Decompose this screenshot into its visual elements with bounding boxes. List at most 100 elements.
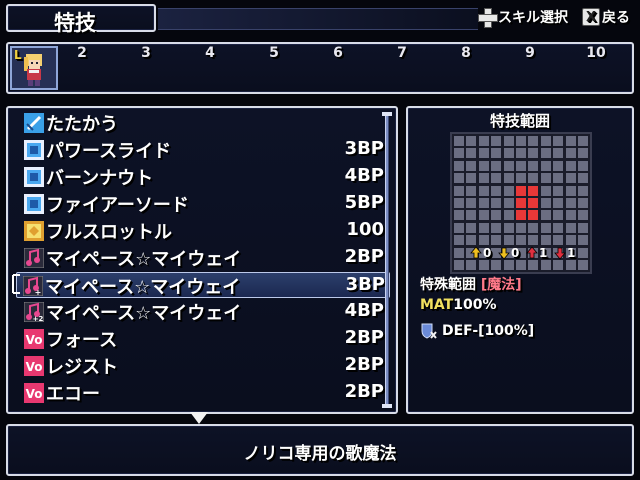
range-cell	[540, 235, 551, 246]
range-cell	[503, 210, 514, 221]
skill-row[interactable]: マイペース☆マイウェイ 2BP	[18, 245, 388, 271]
range-cell	[553, 222, 564, 233]
scroll-down-indicator-icon	[190, 412, 208, 424]
down-arrow-icon	[554, 247, 566, 260]
range-type-label: 特殊範囲	[420, 277, 476, 293]
skill-row[interactable]: フルスロットル 100	[18, 218, 388, 244]
range-cell	[454, 260, 464, 270]
range-cell	[565, 160, 576, 171]
range-cell	[540, 185, 551, 196]
range-cell	[565, 260, 576, 270]
range-cell	[540, 173, 551, 184]
range-cell	[516, 148, 526, 159]
selection-cursor-icon	[12, 274, 20, 294]
range-cell	[491, 185, 502, 196]
skill-name: フォース	[46, 330, 118, 351]
vo-icon: Vo	[24, 356, 44, 376]
range-cell	[478, 260, 489, 270]
scrollbar-track	[385, 112, 389, 408]
turn-slot-number: 4	[205, 45, 215, 61]
music-note-plus-icon: +	[23, 276, 43, 296]
range-cell	[478, 185, 489, 196]
range-modifier: 0	[498, 246, 519, 260]
range-cell	[491, 136, 502, 146]
skill-description: ノリコ専用の歌魔法	[243, 444, 397, 464]
skill-row[interactable]: ファイアーソード 5BP	[18, 191, 388, 217]
range-cell	[553, 235, 564, 246]
range-cell	[503, 173, 514, 184]
back-button[interactable]: X 戻る	[582, 7, 630, 27]
range-cell	[528, 222, 539, 233]
range-cell	[478, 210, 489, 221]
turn-slot-number: 10	[586, 45, 606, 61]
skill-list: たたかう パワースライド 3BP バーンナウト 4BP ファイアーソード 5BP フルスロット…	[6, 106, 398, 414]
range-cell	[466, 148, 477, 159]
down-arrow-icon	[498, 247, 510, 260]
range-cell	[491, 222, 502, 233]
skill-row[interactable]: たたかう	[18, 110, 388, 136]
range-cell	[454, 148, 464, 159]
range-cell	[454, 210, 464, 221]
range-cell	[491, 260, 502, 270]
back-button-label: 戻る	[602, 10, 630, 26]
turn-order-bar: L 2 3 4 5 6 7 8 9 10	[6, 42, 634, 94]
skill-cost: 3BP	[344, 138, 384, 159]
range-cell	[466, 260, 477, 270]
up-arrow-icon	[526, 246, 538, 259]
active-marker: L	[14, 48, 22, 62]
range-cell	[540, 136, 551, 146]
skill-row[interactable]: Vo フォース 2BP	[18, 326, 388, 352]
range-cell	[503, 222, 514, 233]
range-cell	[454, 198, 464, 208]
range-modifier: 0	[470, 246, 491, 260]
scrollbar[interactable]	[382, 112, 392, 408]
range-cell	[540, 198, 551, 208]
range-cell	[454, 185, 464, 196]
skill-cost: 2BP	[344, 354, 384, 375]
range-cell	[466, 235, 477, 246]
range-cell-hit	[516, 185, 526, 196]
range-cell	[540, 148, 551, 159]
skill-name: たたかう	[46, 114, 118, 135]
range-cell-hit	[516, 210, 526, 221]
range-cell	[503, 198, 514, 208]
skill-row-selected[interactable]: + マイペース☆マイウェイ 3BP	[16, 272, 390, 298]
attack-icon	[24, 113, 44, 133]
range-cell-hit	[516, 198, 526, 208]
skill-row[interactable]: Vo レジスト 2BP	[18, 353, 388, 379]
modifier-value: 1	[539, 246, 548, 260]
range-cell	[553, 185, 564, 196]
mat-value: 100%	[453, 297, 497, 313]
range-cell	[528, 136, 539, 146]
scrollbar-cap-bottom	[382, 404, 392, 408]
skill-square-icon	[24, 140, 44, 160]
skill-row[interactable]: パワースライド 3BP	[18, 137, 388, 163]
skill-cost: 5BP	[344, 192, 384, 213]
range-cell	[466, 198, 477, 208]
skill-row[interactable]: +2 マイペース☆マイウェイ 4BP	[18, 299, 388, 325]
skill-row[interactable]: バーンナウト 4BP	[18, 164, 388, 190]
range-cell	[466, 173, 477, 184]
range-cell	[578, 235, 588, 246]
skill-name: フルスロットル	[46, 222, 172, 243]
skill-name: エコー	[46, 384, 100, 405]
range-cell	[578, 247, 588, 258]
range-cell	[491, 198, 502, 208]
skill-row[interactable]: Vo エコー 2BP	[18, 380, 388, 406]
range-cell	[503, 185, 514, 196]
range-modifier: 1	[526, 246, 547, 260]
range-cell	[466, 185, 477, 196]
range-panel-title: 特技範囲	[489, 112, 550, 130]
range-cell	[553, 198, 564, 208]
screen-title: 特技	[54, 11, 96, 35]
music-note-icon	[24, 248, 44, 268]
skill-cost: 2BP	[344, 381, 384, 402]
range-cell	[565, 173, 576, 184]
range-cell	[578, 198, 588, 208]
range-cell-hit	[528, 185, 539, 196]
range-modifier: 1	[554, 246, 575, 260]
vo-icon: Vo	[24, 329, 44, 349]
svg-text:Vo: Vo	[26, 333, 43, 347]
range-cell	[565, 198, 576, 208]
turn-slot-number: 3	[141, 45, 151, 61]
